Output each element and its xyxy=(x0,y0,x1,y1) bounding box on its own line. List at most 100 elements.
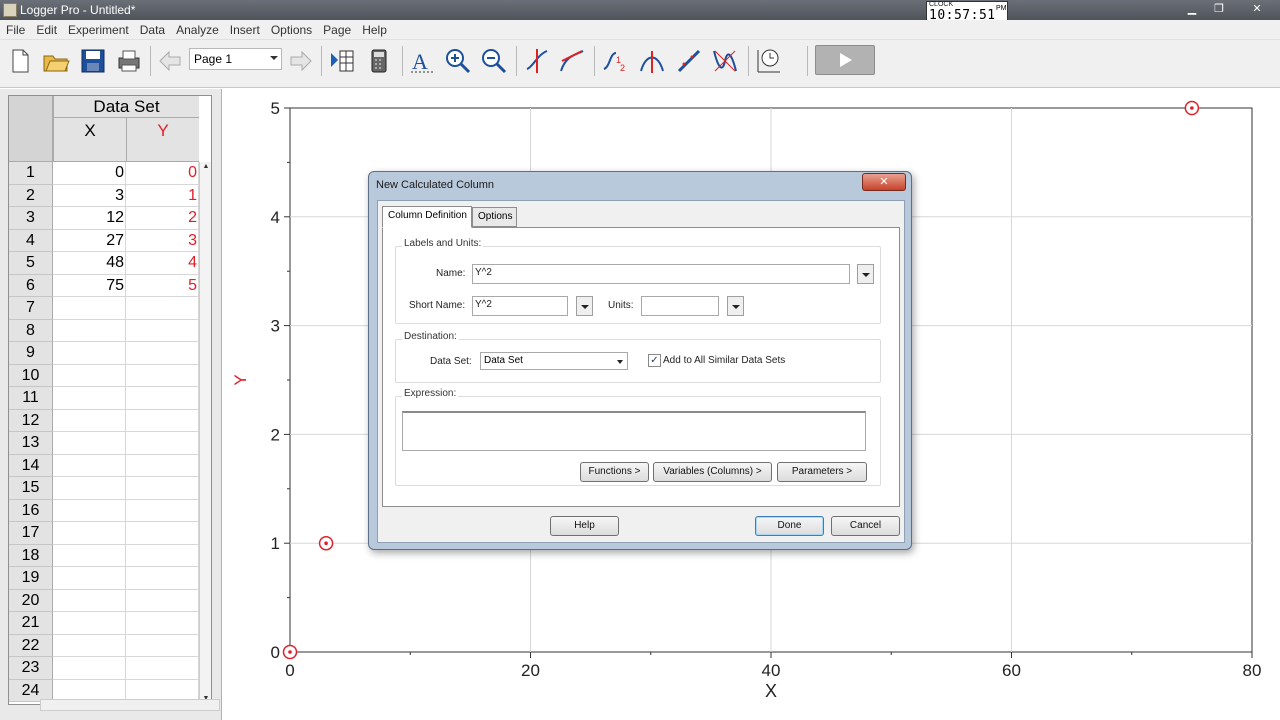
cancel-button[interactable]: Cancel xyxy=(831,516,900,536)
cell-y[interactable] xyxy=(126,544,199,567)
name-field[interactable]: Y^2 xyxy=(472,264,850,284)
dataset-select[interactable]: Data Set xyxy=(480,352,628,370)
help-button[interactable]: Help xyxy=(550,516,619,536)
cell-y[interactable] xyxy=(126,567,199,590)
cell-y[interactable] xyxy=(126,432,199,455)
cell-x[interactable] xyxy=(53,409,126,432)
cell-y[interactable] xyxy=(126,499,199,522)
table-row[interactable]: 15 xyxy=(9,477,199,500)
tab-options[interactable]: Options xyxy=(472,207,518,227)
cell-x[interactable] xyxy=(53,499,126,522)
close-window-button[interactable]: ✕ xyxy=(1240,2,1274,16)
table-row[interactable]: 16 xyxy=(9,499,199,522)
page-back-icon[interactable] xyxy=(155,46,185,76)
units-dropdown-button[interactable] xyxy=(727,296,744,316)
short-name-field[interactable]: Y^2 xyxy=(472,296,568,316)
cell-x[interactable] xyxy=(53,589,126,612)
cell-x[interactable] xyxy=(53,634,126,657)
table-row[interactable]: 11 xyxy=(9,387,199,410)
cell-x[interactable] xyxy=(53,612,126,635)
table-row[interactable]: 100 xyxy=(9,162,199,185)
open-folder-icon[interactable] xyxy=(41,46,71,76)
table-row[interactable]: 9 xyxy=(9,342,199,365)
tangent-icon[interactable] xyxy=(557,46,587,76)
column-header-x[interactable]: X xyxy=(53,118,126,162)
table-row[interactable]: 14 xyxy=(9,454,199,477)
scroll-up-icon[interactable]: ▲ xyxy=(201,163,211,173)
table-row[interactable]: 10 xyxy=(9,364,199,387)
cell-y[interactable]: 0 xyxy=(126,162,199,185)
functions-button[interactable]: Functions > xyxy=(580,462,649,482)
column-header-y[interactable]: Y xyxy=(126,118,199,162)
done-button[interactable]: Done xyxy=(755,516,824,536)
vertical-scrollbar[interactable]: ▲ ▼ xyxy=(199,162,211,704)
table-row[interactable]: 19 xyxy=(9,567,199,590)
text-annotation-icon[interactable]: A xyxy=(407,46,437,76)
menu-data[interactable]: Data xyxy=(134,20,170,37)
name-dropdown-button[interactable] xyxy=(857,264,874,284)
table-row[interactable]: 5 48 4 xyxy=(9,252,199,275)
cell-y[interactable] xyxy=(126,612,199,635)
table-row[interactable]: 22 xyxy=(9,634,199,657)
cell-y[interactable]: 3 xyxy=(126,229,199,252)
horizontal-scrollbar[interactable] xyxy=(40,699,220,711)
cell-y[interactable] xyxy=(126,634,199,657)
table-row[interactable]: 6 75 5 xyxy=(9,274,199,297)
cell-y[interactable]: 5 xyxy=(126,274,199,297)
cell-x[interactable] xyxy=(53,342,126,365)
table-row[interactable]: 17 xyxy=(9,522,199,545)
dialog-close-button[interactable]: ✕ xyxy=(862,173,906,191)
cell-x[interactable] xyxy=(53,522,126,545)
dataset-header[interactable]: Data Set xyxy=(53,96,199,118)
short-name-dropdown-button[interactable] xyxy=(576,296,593,316)
data-browser-icon[interactable] xyxy=(327,46,357,76)
new-file-icon[interactable] xyxy=(5,46,35,76)
cell-y[interactable] xyxy=(126,477,199,500)
cell-x[interactable]: 27 xyxy=(53,229,126,252)
cell-x[interactable] xyxy=(53,364,126,387)
cell-y[interactable]: 4 xyxy=(126,252,199,275)
zoom-out-icon[interactable] xyxy=(479,46,509,76)
table-row[interactable]: 12 xyxy=(9,409,199,432)
cell-y[interactable] xyxy=(126,522,199,545)
replay-icon[interactable] xyxy=(754,46,784,76)
cell-y[interactable] xyxy=(126,454,199,477)
curve-fit-icon[interactable] xyxy=(710,46,740,76)
zoom-in-icon[interactable] xyxy=(443,46,473,76)
cell-y[interactable] xyxy=(126,342,199,365)
statistics-icon[interactable] xyxy=(637,46,667,76)
maximize-button[interactable]: ❐ xyxy=(1207,2,1231,16)
cell-y[interactable] xyxy=(126,387,199,410)
parameters-button[interactable]: Parameters > xyxy=(777,462,867,482)
add-to-all-checkbox[interactable]: ✓ xyxy=(648,354,661,367)
menu-experiment[interactable]: Experiment xyxy=(62,20,134,37)
cell-x[interactable]: 3 xyxy=(53,184,126,207)
units-field[interactable] xyxy=(641,296,719,316)
table-row[interactable]: 23 xyxy=(9,657,199,680)
calculator-icon[interactable] xyxy=(364,46,394,76)
table-row[interactable]: 21 xyxy=(9,612,199,635)
table-row[interactable]: 18 xyxy=(9,544,199,567)
save-icon[interactable] xyxy=(78,46,108,76)
cell-x[interactable] xyxy=(53,477,126,500)
cell-x[interactable] xyxy=(53,319,126,342)
menu-page[interactable]: Page xyxy=(317,20,356,37)
cell-y[interactable] xyxy=(126,319,199,342)
linear-fit-icon[interactable] xyxy=(674,46,704,76)
cell-x[interactable] xyxy=(53,297,126,320)
data-table[interactable]: Data Set X Y 1 0 0 2 3 1 3 12 2 4 27 3 5 48 4 6 75 5 7 8 9 10… xyxy=(8,95,212,705)
cell-x[interactable] xyxy=(53,567,126,590)
menu-analyze[interactable]: Analyze xyxy=(170,20,224,37)
variables-button[interactable]: Variables (Columns) > xyxy=(653,462,772,482)
table-row[interactable]: 7 xyxy=(9,297,199,320)
menu-file[interactable]: File xyxy=(0,20,30,37)
table-row[interactable]: 20 xyxy=(9,589,199,612)
cell-x[interactable] xyxy=(53,432,126,455)
minimize-button[interactable]: ▁ xyxy=(1180,2,1204,16)
cell-x[interactable] xyxy=(53,387,126,410)
tab-column-definition[interactable]: Column Definition xyxy=(382,206,472,228)
menu-help[interactable]: Help xyxy=(356,20,392,37)
cell-y[interactable] xyxy=(126,657,199,680)
cell-x[interactable] xyxy=(53,657,126,680)
page-select[interactable]: Page 1 xyxy=(189,48,282,70)
